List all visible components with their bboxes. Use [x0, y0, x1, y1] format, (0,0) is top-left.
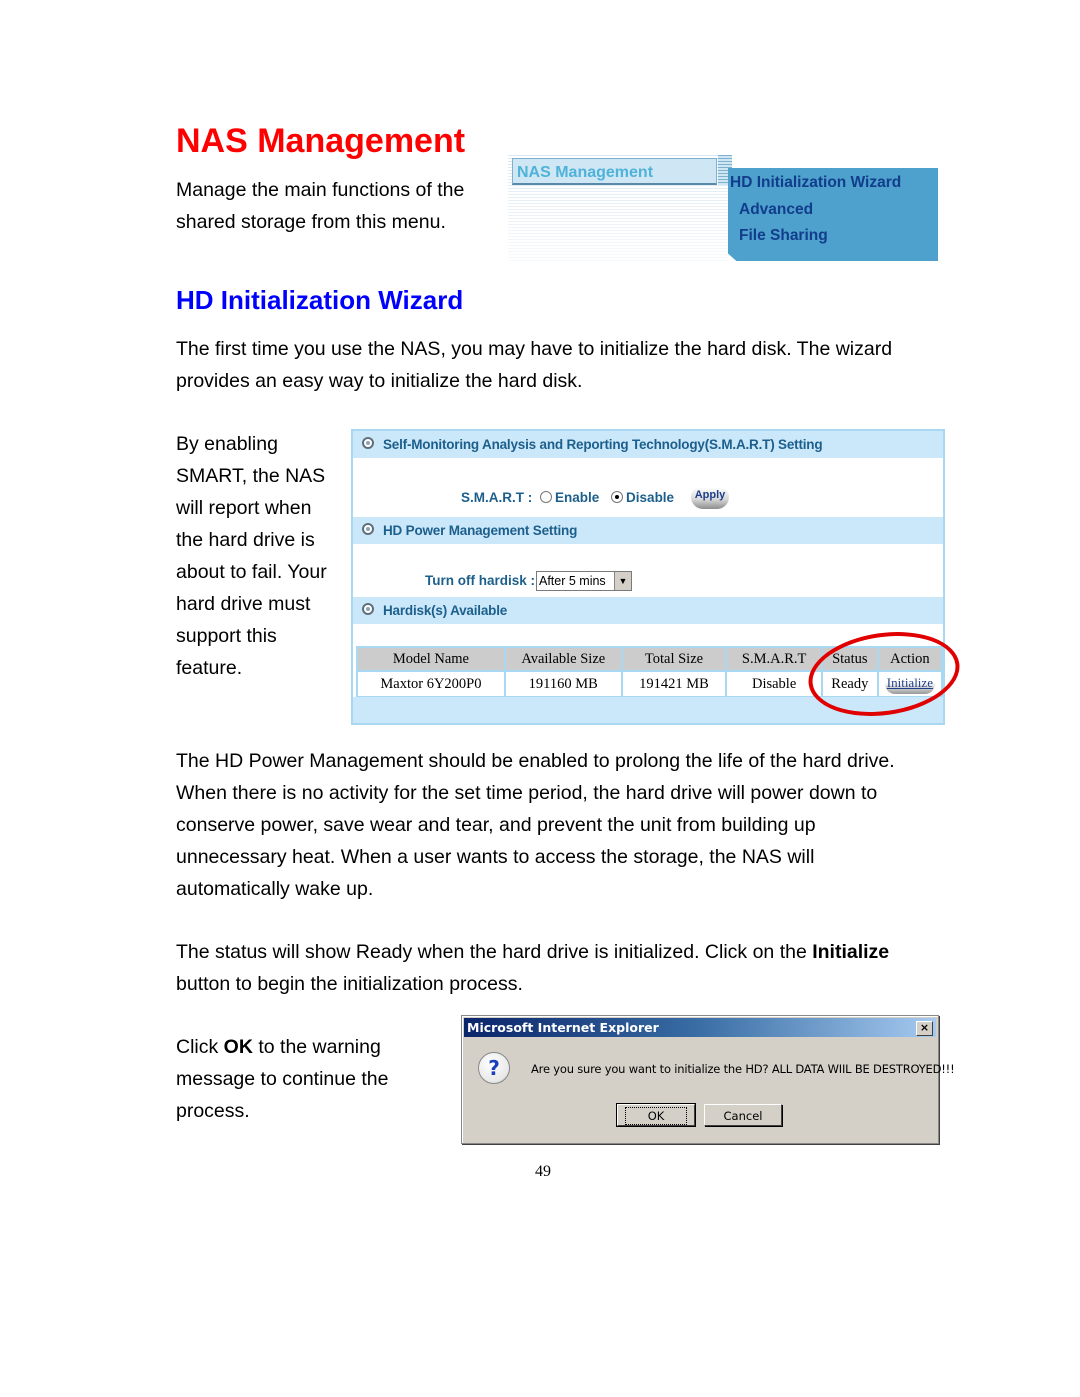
section-title: HD Initialization Wizard [176, 285, 464, 315]
paragraph-initialize-post: button to begin the initialization proce… [176, 973, 523, 995]
smart-disable-label: Disable [626, 490, 675, 505]
paragraph-initialize-pre: The status will show Ready when the hard… [176, 941, 813, 963]
menu-item-advanced[interactable]: Advanced [739, 201, 813, 219]
page-number: 49 [535, 1163, 551, 1180]
header-model-name: Model Name [358, 648, 504, 670]
power-section-title: HD Power Management Setting [383, 523, 578, 538]
confirm-dialog: Microsoft Internet Explorer × ? Are you … [461, 1015, 955, 1144]
cell-available-size: 191160 MB [505, 672, 621, 696]
smart-section-header: Self-Monitoring Analysis and Reporting T… [353, 431, 943, 458]
cell-model-name: Maxtor 6Y200P0 [358, 672, 504, 696]
header-total-size: Total Size [622, 648, 726, 670]
cell-smart: Disable [727, 672, 821, 696]
section-bullet-icon [362, 437, 374, 449]
page-title: NAS Management [176, 122, 466, 160]
smart-enable-label: Enable [555, 490, 600, 505]
cancel-button[interactable]: Cancel [704, 1104, 782, 1126]
power-section-header: HD Power Management Setting [353, 517, 943, 544]
menu-item-file-sharing[interactable]: File Sharing [739, 227, 828, 245]
section-bullet-icon [362, 523, 374, 535]
header-available-size: Available Size [505, 648, 621, 670]
ok-note-pre: Click [176, 1036, 224, 1058]
apply-button[interactable]: Apply [691, 487, 729, 509]
close-icon[interactable]: × [916, 1021, 933, 1036]
ok-note: Click OK to the warning message to conti… [176, 1031, 446, 1127]
dialog-message: Are you sure you want to initialize the … [531, 1062, 955, 1076]
smart-label: S.M.A.R.T : [461, 490, 533, 505]
header-smart: S.M.A.R.T [727, 648, 821, 670]
initialize-keyword: Initialize [812, 941, 890, 963]
smart-section-title: Self-Monitoring Analysis and Reporting T… [383, 437, 823, 452]
question-icon: ? [478, 1052, 510, 1084]
ok-button-label: OK [624, 1107, 688, 1125]
turn-off-hardisk-select[interactable]: After 5 mins ▼ [536, 571, 632, 591]
section-bullet-icon [362, 603, 374, 615]
smart-disable-radio[interactable] [611, 491, 624, 503]
menu-tab-nas-management[interactable]: NAS Management [512, 158, 717, 185]
dialog-title: Microsoft Internet Explorer [467, 1020, 659, 1035]
menu-screenshot: NAS Management HD Initialization Wizard … [508, 155, 940, 265]
smart-enable-radio[interactable] [540, 491, 553, 503]
smart-field: S.M.A.R.T : Enable Disable [461, 490, 674, 505]
dialog-title-bar: Microsoft Internet Explorer × [464, 1018, 936, 1037]
paragraph-intro-wizard: The first time you use the NAS, you may … [176, 338, 893, 392]
ok-keyword: OK [223, 1036, 253, 1058]
smart-note: By enabling SMART, the NAS will report w… [176, 433, 327, 679]
paragraph-initialize: The status will show Ready when the hard… [176, 936, 916, 1000]
disks-section-header: Hardisk(s) Available [353, 597, 943, 624]
menu-item-hd-initialization-wizard[interactable]: HD Initialization Wizard [730, 174, 901, 192]
disks-section-title: Hardisk(s) Available [383, 603, 508, 618]
dropdown-arrow-icon[interactable]: ▼ [614, 572, 631, 590]
turn-off-value: After 5 mins [539, 574, 606, 588]
intro-text: Manage the main functions of the shared … [176, 179, 465, 233]
turn-off-label: Turn off hardisk : [425, 573, 535, 588]
ok-button[interactable]: OK [616, 1103, 696, 1127]
paragraph-power-management: The HD Power Management should be enable… [176, 750, 895, 900]
cell-total-size: 191421 MB [622, 672, 726, 696]
